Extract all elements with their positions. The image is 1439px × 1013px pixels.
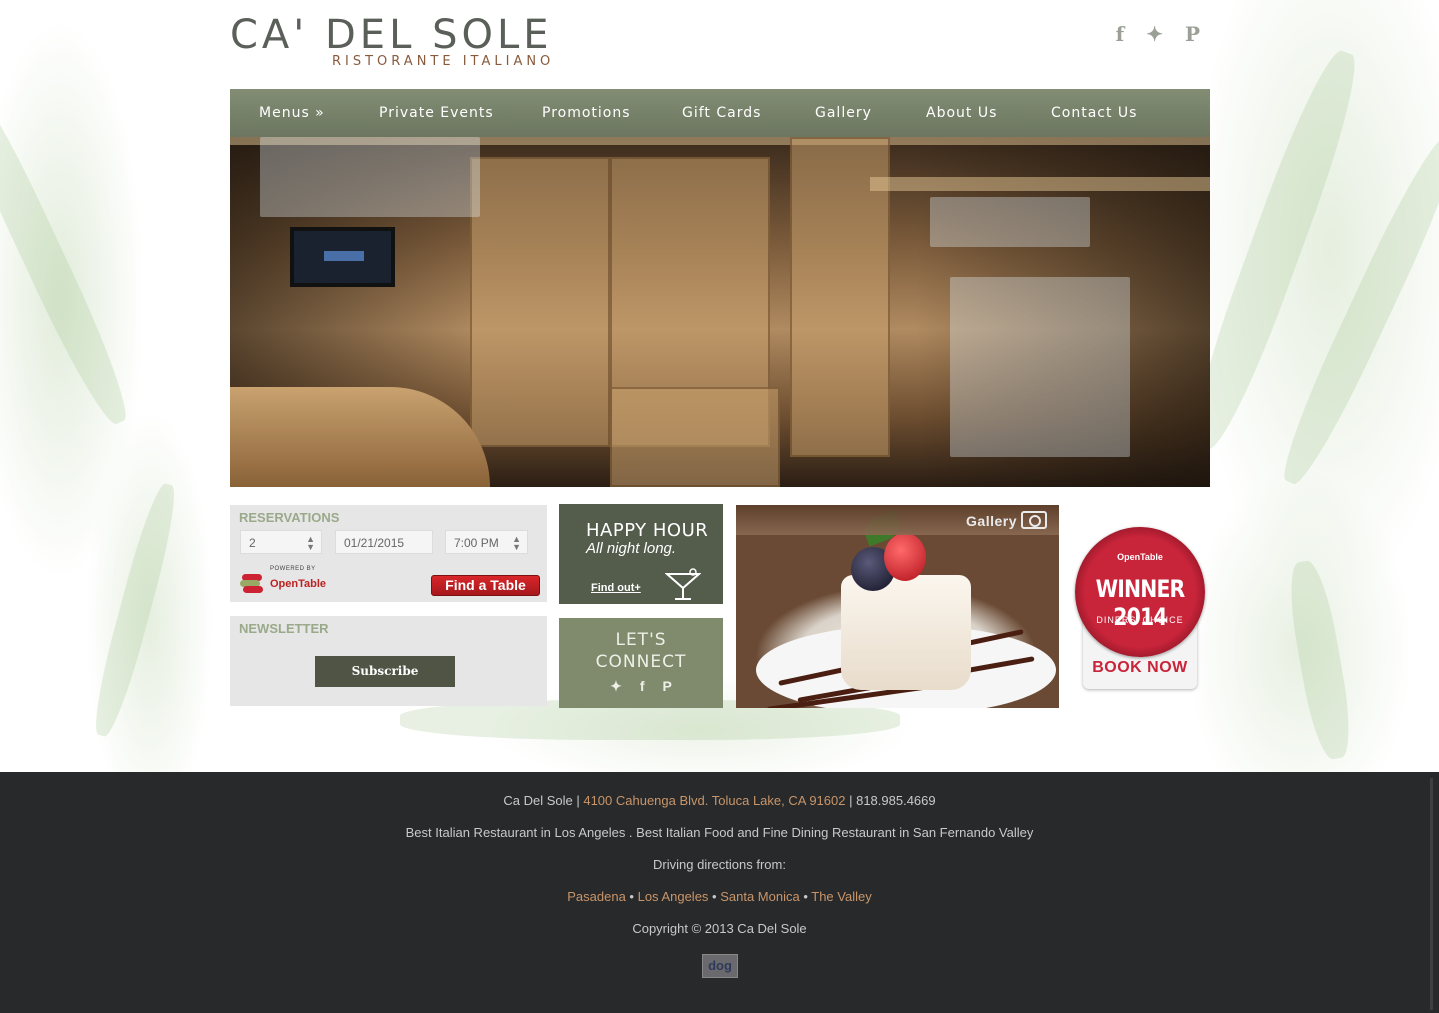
opentable-label: OpenTable — [270, 578, 327, 590]
main-nav: Menus » Private Events Promotions Gift C… — [230, 89, 1210, 137]
select-arrows-icon: ▲ ▼ — [306, 534, 315, 552]
happy-hour-subtitle: All night long. — [586, 540, 677, 557]
nav-item-private-events[interactable]: Private Events — [379, 105, 494, 121]
facebook-icon[interactable]: f — [640, 678, 645, 695]
connect-social-icons: ✦ f P — [559, 678, 723, 695]
footer-contact-line: Ca Del Sole | 4100 Cahuenga Blvd. Toluca… — [503, 793, 936, 808]
scrollbar[interactable] — [1430, 778, 1433, 1010]
subscribe-button[interactable]: Subscribe — [315, 656, 455, 687]
twitter-icon[interactable]: ✦ — [610, 678, 622, 695]
footer-copyright: Copyright © 2013 Ca Del Sole — [632, 921, 807, 936]
opentable-logo: POWERED BY OpenTable — [240, 566, 330, 594]
footer-tagline: Best Italian Restaurant in Los Angeles .… — [405, 825, 1034, 840]
happy-hour-promo[interactable]: HAPPY HOUR All night long. Find out+ — [559, 504, 723, 604]
dessert-image — [841, 575, 971, 690]
footer-directions-label: Driving directions from: — [653, 857, 786, 872]
facebook-icon[interactable]: f — [1116, 22, 1125, 46]
date-input[interactable]: 01/21/2015 — [335, 530, 433, 554]
footer-name: Ca Del Sole — [503, 793, 573, 808]
opentable-award-badge[interactable]: OpenTable WINNER 2014 DINERS' CHOICE BOO… — [1073, 525, 1206, 690]
time-select[interactable]: 7:00 PM ▲ ▼ — [445, 530, 528, 554]
find-table-button[interactable]: Find a Table — [431, 575, 540, 596]
party-size-select[interactable]: 2 ▲ ▼ — [240, 530, 322, 554]
bar-counter — [230, 387, 490, 487]
gallery-promo[interactable]: Gallery — [736, 505, 1059, 708]
tv-screen — [290, 227, 395, 287]
footer: Ca Del Sole | 4100 Cahuenga Blvd. Toluca… — [0, 772, 1439, 1013]
pinterest-icon[interactable]: P — [663, 678, 672, 695]
footer-directions-links: Pasadena • Los Angeles • Santa Monica • … — [567, 889, 872, 904]
badge-diners-choice: DINERS' CHOICE — [1096, 615, 1184, 625]
badge-opentable: OpenTable — [1117, 552, 1163, 562]
designer-credit-logo[interactable]: dog — [702, 954, 738, 978]
hero-image — [230, 137, 1210, 487]
directions-pasadena-link[interactable]: Pasadena — [567, 889, 626, 904]
reservations-title: RESERVATIONS — [239, 510, 340, 525]
connect-line2: CONNECT — [595, 652, 687, 672]
connect-line1: LET'S — [615, 630, 667, 650]
party-size-value: 2 — [249, 536, 256, 550]
footer-phone: 818.985.4669 — [856, 793, 936, 808]
camera-icon — [1021, 511, 1047, 529]
reservations-widget: RESERVATIONS 2 ▲ ▼ 01/21/2015 7:00 PM ▲ ▼ … — [230, 505, 547, 602]
logo[interactable]: CA' DEL SOLE — [230, 12, 553, 58]
social-links: f ✦ P — [1116, 22, 1200, 46]
header: CA' DEL SOLE RISTORANTE ITALIANO f ✦ P — [230, 0, 1210, 89]
directions-santa-monica-link[interactable]: Santa Monica — [720, 889, 800, 904]
time-value: 7:00 PM — [454, 536, 499, 550]
nav-item-gallery[interactable]: Gallery — [815, 105, 872, 121]
directions-the-valley-link[interactable]: The Valley — [811, 889, 871, 904]
connect-box: LET'S CONNECT ✦ f P — [559, 618, 723, 708]
happy-hour-link[interactable]: Find out+ — [591, 582, 641, 594]
nav-item-promotions[interactable]: Promotions — [542, 105, 631, 121]
powered-by-label: POWERED BY — [270, 566, 316, 572]
nav-item-contact-us[interactable]: Contact Us — [1051, 105, 1137, 121]
twitter-icon[interactable]: ✦ — [1146, 22, 1163, 46]
nav-item-menus[interactable]: Menus » — [259, 105, 325, 121]
select-arrows-icon: ▲ ▼ — [512, 534, 521, 552]
directions-los-angeles-link[interactable]: Los Angeles — [638, 889, 709, 904]
nav-item-gift-cards[interactable]: Gift Cards — [682, 105, 761, 121]
nav-item-about-us[interactable]: About Us — [926, 105, 997, 121]
martini-glass-icon — [665, 568, 701, 600]
newsletter-title: NEWSLETTER — [239, 621, 329, 636]
happy-hour-title: HAPPY HOUR — [586, 520, 709, 541]
pinterest-icon[interactable]: P — [1185, 22, 1200, 46]
date-value: 01/21/2015 — [344, 536, 405, 550]
logo-subtitle: RISTORANTE ITALIANO — [332, 54, 555, 69]
footer-address-link[interactable]: 4100 Cahuenga Blvd. Toluca Lake, CA 9160… — [583, 793, 845, 808]
gallery-label: Gallery — [966, 513, 1017, 529]
newsletter-widget: NEWSLETTER Subscribe — [230, 616, 547, 706]
book-now-button[interactable]: BOOK NOW — [1073, 659, 1207, 677]
